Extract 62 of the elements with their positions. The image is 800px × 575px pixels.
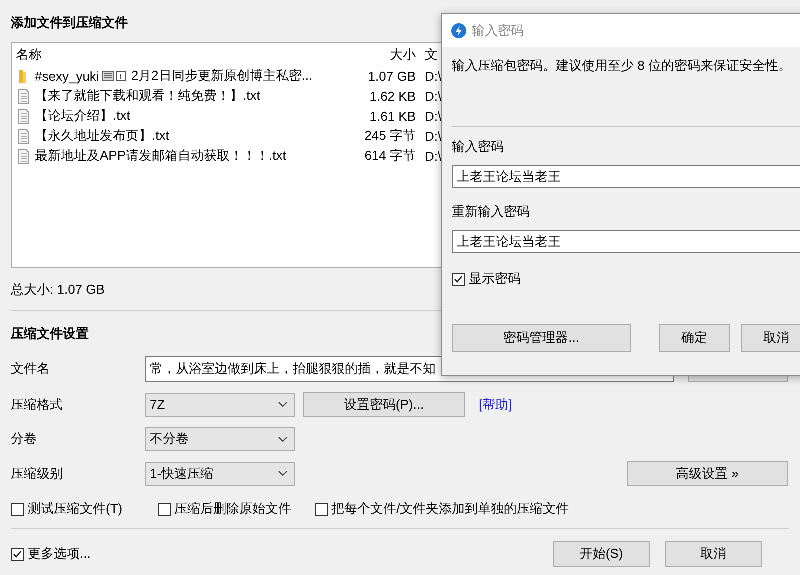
document-icon	[16, 148, 32, 164]
file-path: D:\	[425, 68, 442, 84]
file-size: 614 字节	[364, 148, 416, 163]
file-name: 【论坛介绍】.txt	[35, 107, 130, 125]
file-name: 2月2日同步更新原创博主私密...	[131, 67, 313, 85]
checkbox-label: 更多选项...	[28, 545, 91, 563]
window-title: 添加文件到压缩文件	[11, 14, 128, 31]
file-name: 【永久地址发布页】.txt	[35, 127, 170, 145]
file-size: 1.62 KB	[370, 88, 416, 104]
file-name: 最新地址及APP请发邮箱自动获取！！！.txt	[35, 147, 286, 165]
document-icon	[16, 88, 32, 104]
column-header[interactable]: 名称	[16, 46, 42, 64]
emoji-icon	[102, 70, 128, 82]
file-size: 1.61 KB	[370, 108, 416, 124]
column-header[interactable]: 文	[425, 46, 438, 62]
file-path: D:\	[425, 88, 442, 104]
field-label: 分卷	[11, 430, 38, 448]
checkbox[interactable]	[11, 548, 24, 560]
file-size: 1.07 GB	[368, 68, 416, 84]
column-header[interactable]: 大小	[390, 46, 416, 62]
file-path: D:\	[425, 128, 442, 144]
checkbox-label: 把每个文件/文件夹添加到单独的压缩文件	[332, 500, 570, 518]
checkbox[interactable]	[158, 502, 171, 516]
checkbox[interactable]	[452, 272, 465, 286]
checkbox[interactable]	[11, 502, 24, 516]
start-button[interactable]: 开始(S)	[553, 541, 650, 567]
field-label: 重新输入密码	[452, 203, 531, 221]
total-size: 总大小: 1.07 GB	[11, 281, 106, 299]
help-link[interactable]: [帮助]	[479, 396, 512, 414]
document-icon	[16, 108, 32, 124]
dropdown[interactable]: 不分卷	[145, 427, 295, 451]
checkbox-label: 测试压缩文件(T)	[28, 500, 123, 518]
document-icon	[16, 128, 32, 144]
file-name: 【来了就能下载和观看！纯免费！】.txt	[35, 87, 260, 105]
dropdown[interactable]: 7Z	[145, 392, 295, 416]
field-label: 压缩格式	[11, 396, 64, 414]
field-label: 输入密码	[452, 138, 505, 156]
cancel-button[interactable]: 取消	[665, 541, 762, 567]
confirm-password-field[interactable]: 上老王论坛当老王	[452, 230, 800, 253]
ok-button[interactable]: 确定	[659, 324, 730, 352]
file-path: D:\	[425, 108, 442, 124]
app-icon	[451, 22, 467, 38]
checkbox-label: 显示密码	[469, 270, 521, 288]
password-field[interactable]: 上老王论坛当老王	[452, 165, 800, 188]
cancel-button[interactable]: 取消	[741, 324, 800, 352]
password-manager-button[interactable]: 密码管理器...	[452, 324, 632, 352]
dropdown[interactable]: 1-快速压缩	[145, 462, 295, 486]
dialog-description: 输入压缩包密码。建议使用至少 8 位的密码来保证安全性。	[452, 57, 792, 75]
file-path: D:\	[425, 148, 442, 164]
chevron-icon	[278, 470, 288, 477]
dialog-title: 输入密码	[472, 22, 524, 40]
field-label: 文件名	[11, 360, 51, 378]
chevron-icon	[278, 401, 288, 408]
section-title: 压缩文件设置	[11, 325, 89, 343]
file-size: 245 字节	[364, 128, 416, 143]
advanced-settings-button[interactable]: 高级设置 »	[627, 461, 788, 486]
file-name: #sexy_yuki	[35, 68, 100, 84]
field-label: 压缩级别	[11, 464, 64, 482]
checkbox-label: 压缩后删除原始文件	[174, 500, 292, 518]
set-password-button[interactable]: 设置密码(P)...	[303, 392, 465, 417]
chevron-icon	[278, 436, 288, 442]
checkbox[interactable]	[314, 502, 328, 516]
